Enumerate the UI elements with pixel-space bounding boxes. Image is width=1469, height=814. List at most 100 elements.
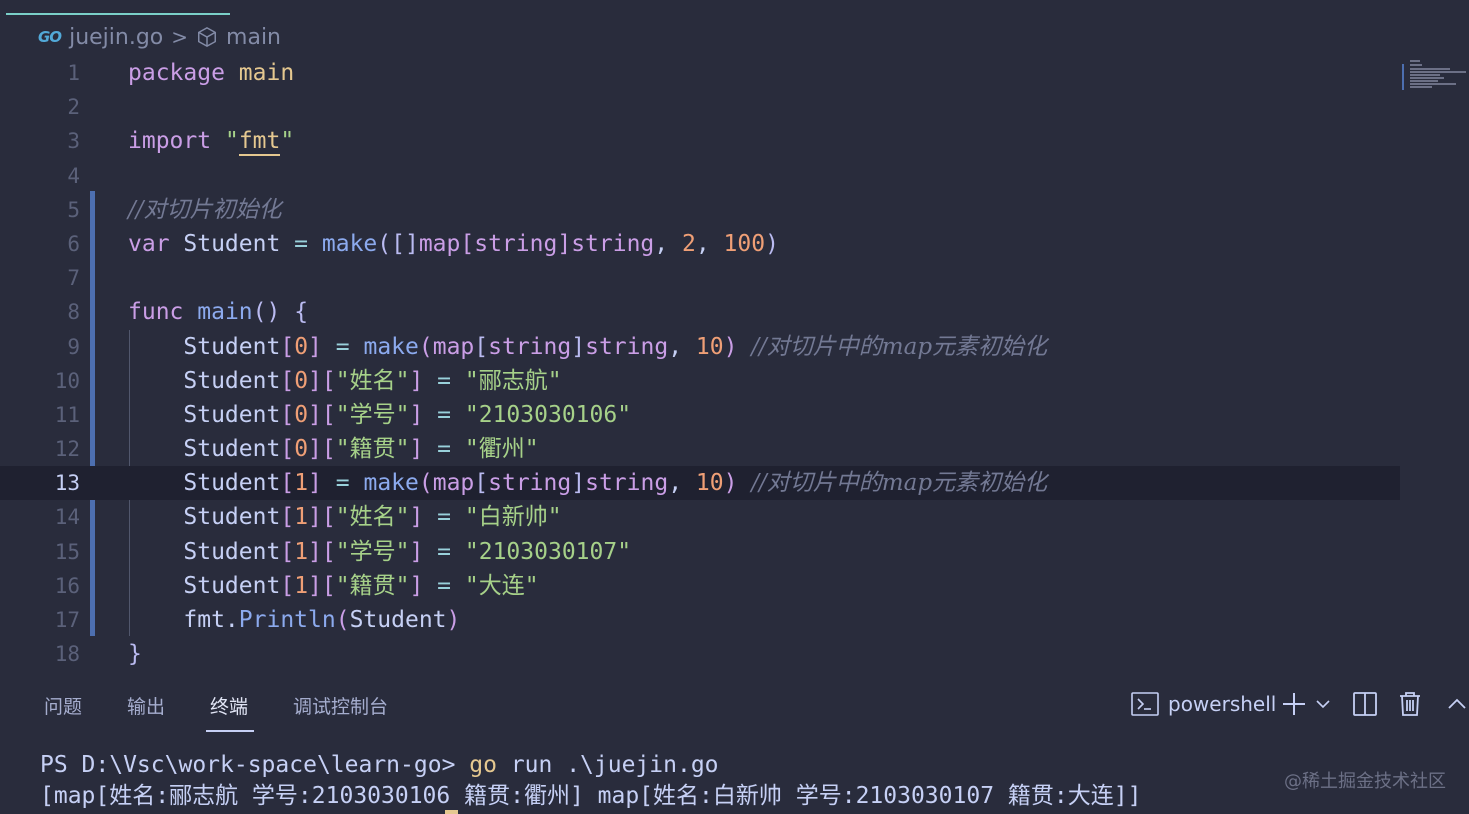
code-token: ]: [409, 367, 424, 394]
code-token: map: [432, 470, 475, 497]
code-token: map: [418, 230, 461, 257]
code-token: =: [437, 538, 452, 565]
maximize-panel-button[interactable]: [1446, 686, 1468, 722]
code-token: =: [437, 401, 452, 428]
code-token: make: [321, 230, 378, 257]
kill-terminal-button[interactable]: [1398, 686, 1422, 722]
terminal-dropdown-button[interactable]: [1314, 686, 1332, 722]
panel-tab-bar: 问题 输出 终端 调试控制台 powershell: [0, 686, 1469, 734]
code-line[interactable]: 11 Student[0]["学号"] = "2103030106": [0, 398, 1400, 432]
code-token: make: [363, 333, 419, 360]
terminal-prompt: PS D:\Vsc\work-space\learn-go>: [40, 752, 470, 778]
code-token: ]: [409, 401, 424, 428]
tab-problems[interactable]: 问题: [44, 692, 82, 719]
code-line[interactable]: 18}: [0, 637, 1400, 671]
active-panel-tab-indicator: [206, 730, 254, 732]
code-line[interactable]: 7: [0, 261, 1400, 295]
line-number: 5: [67, 197, 80, 222]
code-line[interactable]: 9 Student[0] = make(map[string]string, 1…: [0, 330, 1400, 364]
code-line[interactable]: 8 func main() {: [0, 295, 1400, 329]
code-token: 1: [294, 538, 309, 565]
minimap[interactable]: [1402, 58, 1468, 90]
line-number: 13: [54, 471, 80, 496]
code-token: //对切片初始化: [128, 196, 282, 223]
code-token: ][: [308, 572, 336, 599]
tab-terminal[interactable]: 终端: [210, 692, 248, 719]
code-token: ]: [571, 333, 586, 360]
code-line[interactable]: 6 var Student = make([]map[string]string,…: [0, 227, 1400, 261]
code-token: }: [128, 641, 142, 668]
new-terminal-button[interactable]: [1280, 686, 1308, 722]
code-token: [: [280, 367, 295, 394]
code-line[interactable]: 16 Student[1]["籍贯"] = "大连": [0, 569, 1400, 603]
code-line[interactable]: 14 Student[1]["姓名"] = "白新帅": [0, 500, 1400, 534]
code-token: 10: [695, 333, 724, 360]
line-number: 15: [54, 539, 80, 564]
code-token: ": [280, 128, 295, 155]
code-line[interactable]: 5 //对切片初始化: [0, 193, 1400, 227]
code-token: ]: [308, 470, 322, 497]
terminal-program-output: [map[姓名:郦志航 学号:2103030106 籍贯:衢州] map[姓名:…: [40, 783, 1142, 809]
code-token: Student: [128, 504, 281, 531]
code-token: [: [280, 572, 295, 599]
code-token: "郦志航": [464, 367, 562, 394]
code-text: package main: [128, 56, 294, 90]
code-token: "白新帅": [464, 504, 562, 531]
chevron-down-icon: [1316, 700, 1330, 709]
code-line[interactable]: 17 fmt.Println(Student): [0, 603, 1400, 637]
code-line[interactable]: 13 Student[1] = make(map[string]string, …: [0, 466, 1400, 501]
code-line[interactable]: 4: [0, 159, 1400, 193]
code-text: Student[0]["籍贯"] = "衢州": [128, 432, 538, 466]
code-token: (: [418, 470, 433, 497]
code-text: var Student = make([]map[string]string, …: [128, 227, 779, 261]
code-token: ): [723, 470, 738, 497]
code-token: 1: [294, 504, 309, 531]
terminal-selector[interactable]: powershell: [1130, 686, 1276, 722]
code-token: string: [488, 470, 572, 497]
code-token: 2: [681, 230, 696, 257]
breadcrumb-symbol[interactable]: main: [226, 25, 281, 50]
code-token: [: [280, 436, 295, 463]
tab-debug-console[interactable]: 调试控制台: [293, 692, 388, 719]
code-line[interactable]: 15 Student[1]["学号"] = "2103030107": [0, 535, 1400, 569]
code-token: [: [280, 333, 295, 360]
code-token: ][: [308, 401, 336, 428]
code-text: Student[1] = make(map[string]string, 10)…: [128, 466, 1047, 500]
code-token: [: [280, 470, 295, 497]
code-text: func main() {: [128, 295, 308, 329]
split-terminal-button[interactable]: [1352, 686, 1378, 722]
terminal-output[interactable]: PS D:\Vsc\work-space\learn-go> go run .\…: [40, 750, 1141, 812]
code-token: map: [432, 333, 475, 360]
code-token: import: [128, 128, 212, 155]
code-token: ,: [668, 333, 696, 360]
breadcrumb-file[interactable]: juejin.go: [69, 25, 163, 50]
code-editor[interactable]: 1 package main 2 3 import "fmt" 4 5 //对切片初始化 6 va…: [0, 56, 1400, 671]
code-token: main: [197, 299, 253, 326]
code-text: Student[0] = make(map[string]string, 10)…: [128, 330, 1047, 364]
minimap-line: [1410, 64, 1422, 66]
code-token: ([]: [377, 230, 419, 257]
code-token: [: [280, 538, 295, 565]
minimap-scope-bar: [1402, 64, 1404, 90]
code-line[interactable]: 10 Student[0]["姓名"] = "郦志航": [0, 364, 1400, 398]
code-token: (: [335, 607, 350, 633]
code-text: }: [128, 637, 142, 671]
code-token: "籍贯": [335, 436, 410, 463]
code-line[interactable]: 12 Student[0]["籍贯"] = "衢州": [0, 432, 1400, 466]
code-line[interactable]: 1 package main: [0, 56, 1400, 90]
code-token: string: [474, 230, 558, 257]
code-line[interactable]: 3 import "fmt": [0, 124, 1400, 158]
code-token: ): [765, 230, 779, 257]
code-token: =: [335, 333, 350, 360]
code-token: [: [280, 504, 295, 531]
terminal-command-args: run .\juejin.go: [496, 752, 719, 778]
code-line[interactable]: 2: [0, 90, 1400, 124]
code-text: Student[0]["学号"] = "2103030106": [128, 398, 631, 432]
line-number: 16: [54, 573, 80, 598]
tab-output[interactable]: 输出: [127, 692, 165, 719]
